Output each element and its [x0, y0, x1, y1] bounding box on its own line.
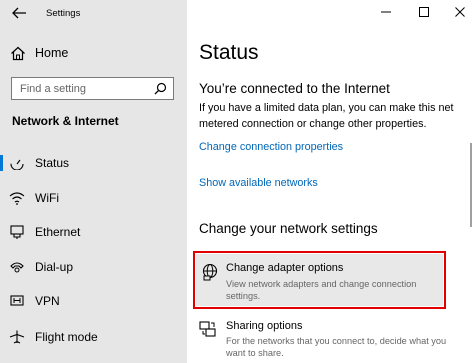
sidebar-item-vpn[interactable]: VPN — [0, 289, 187, 313]
adapter-highlight: Change adapter options View network adap… — [196, 254, 443, 306]
sidebar-item-label: Flight mode — [35, 330, 98, 344]
sidebar-item-ethernet[interactable]: Ethernet — [0, 220, 187, 244]
sidebar-item-label: Ethernet — [35, 225, 81, 239]
vpn-icon — [10, 295, 24, 306]
title-bar: Settings — [0, 0, 187, 26]
sharing-option-description: For the networks that you connect to, de… — [226, 336, 447, 358]
app-title: Settings — [46, 8, 81, 19]
airplane-icon — [9, 330, 25, 344]
search-placeholder: Find a setting — [20, 83, 87, 95]
sharing-icon — [199, 321, 216, 337]
sidebar-item-flight-mode[interactable]: Flight mode — [0, 325, 187, 349]
change-adapter-options-button[interactable]: Change adapter options View network adap… — [193, 251, 446, 309]
connection-heading: You’re connected to the Internet — [199, 81, 390, 96]
sidebar-item-label: Dial-up — [35, 260, 74, 274]
scrollbar[interactable] — [470, 143, 472, 227]
active-indicator — [0, 155, 3, 171]
close-icon[interactable] — [452, 5, 468, 19]
sidebar-item-label: VPN — [35, 294, 60, 308]
sidebar-item-wifi[interactable]: WiFi — [0, 186, 187, 210]
section-title: Network & Internet — [12, 114, 119, 128]
status-icon — [10, 157, 24, 170]
home-icon — [11, 46, 25, 61]
connection-description: If you have a limited data plan, you can… — [199, 102, 454, 130]
globe-network-icon — [202, 263, 218, 281]
ethernet-icon — [10, 225, 24, 239]
sidebar-item-home[interactable]: Home — [0, 42, 187, 64]
search-input[interactable]: Find a setting — [11, 77, 174, 100]
search-icon[interactable] — [154, 82, 167, 95]
sidebar-item-label: Status — [35, 156, 70, 170]
sidebar-item-status[interactable]: Status — [0, 151, 187, 175]
main-content: Status You’re connected to the Internet … — [187, 0, 474, 363]
minimize-icon[interactable] — [378, 5, 394, 19]
wifi-icon — [9, 192, 25, 205]
change-settings-heading: Change your network settings — [199, 221, 378, 236]
dialup-icon — [10, 262, 24, 273]
sidebar: Settings Home Find a setting Network & I… — [0, 0, 187, 363]
page-title: Status — [199, 41, 259, 64]
change-connection-properties-link[interactable]: Change connection properties — [199, 141, 343, 153]
show-available-networks-link[interactable]: Show available networks — [199, 177, 318, 189]
sharing-option-title: Sharing options — [226, 320, 303, 332]
maximize-icon[interactable] — [416, 5, 432, 19]
back-arrow-icon[interactable] — [9, 4, 29, 22]
adapter-option-description: View network adapters and change connect… — [226, 279, 417, 301]
sidebar-item-label: Home — [35, 46, 69, 60]
adapter-option-title: Change adapter options — [226, 262, 344, 274]
sidebar-item-dial-up[interactable]: Dial-up — [0, 255, 187, 279]
sidebar-item-label: WiFi — [35, 191, 59, 205]
